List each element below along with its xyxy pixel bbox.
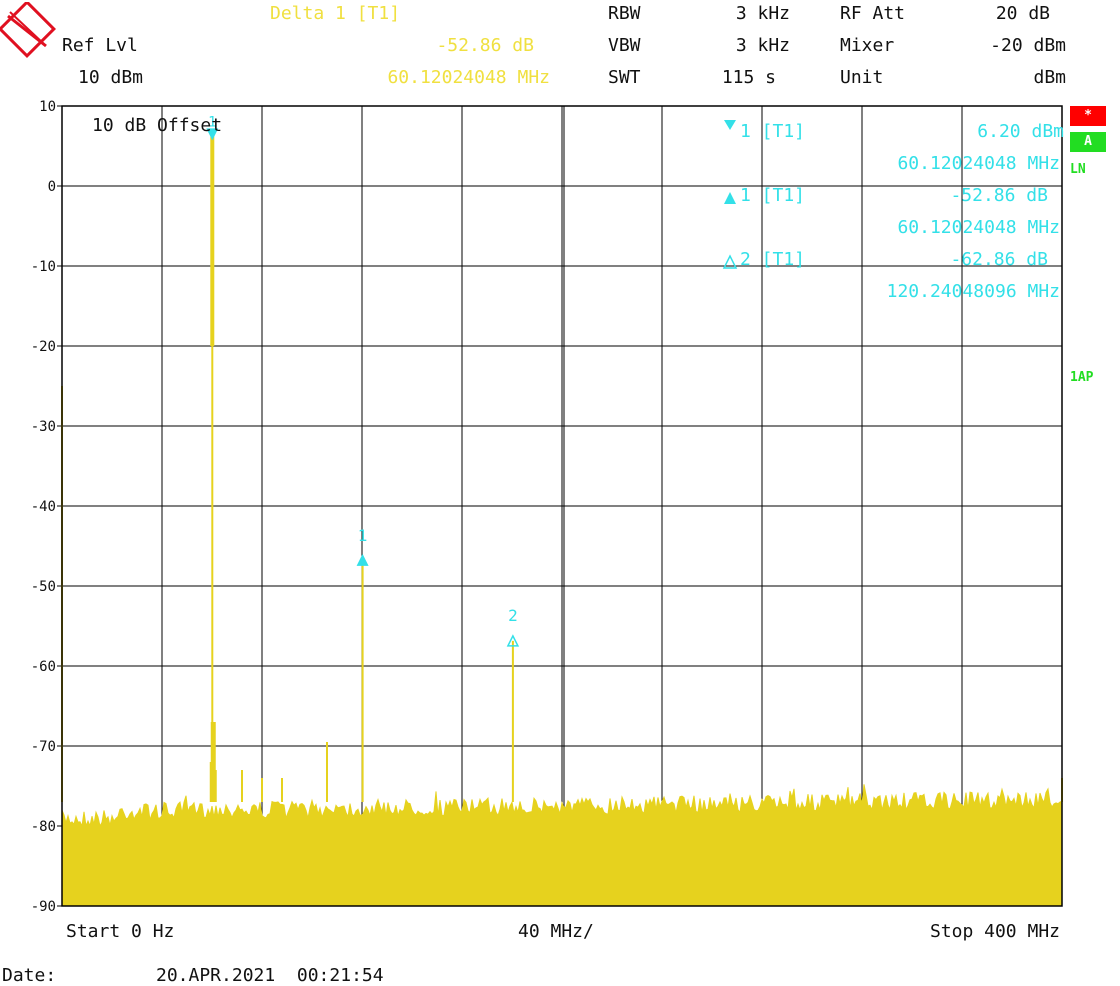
star-badge: * — [1070, 106, 1106, 126]
y-tick-label: -50 — [31, 579, 56, 595]
carrier-skirt — [210, 722, 216, 794]
date-value: 20.APR.2021 00:21:54 — [156, 965, 384, 986]
marker-table-row2-value: -52.86 dB — [950, 185, 1048, 206]
date-label: Date: — [2, 965, 57, 986]
ln-indicator: LN — [1070, 162, 1086, 177]
marker-table-row1-freq: 60.12024048 MHz — [897, 153, 1060, 174]
frequency-per-division: 40 MHz/ — [518, 921, 594, 942]
marker-filled-up-icon — [356, 553, 369, 566]
marker-filled-up-icon — [724, 192, 736, 204]
marker-id-label: 1 — [358, 526, 368, 545]
stop-frequency: Stop 400 MHz — [929, 921, 1060, 942]
y-axis-tick-labels: 10 0 -10 -20 -30 -40 -50 -60 -70 -80 -90 — [31, 99, 62, 915]
marker-table-row2-freq: 60.12024048 MHz — [897, 217, 1060, 238]
y-tick-label: -60 — [31, 659, 56, 675]
offset-annotation: 10 dB Offset — [92, 115, 223, 136]
ap-indicator: 1AP — [1070, 370, 1094, 385]
y-tick-label: -90 — [31, 899, 56, 915]
y-tick-label: -20 — [31, 339, 56, 355]
y-tick-label: -10 — [31, 259, 56, 275]
trace-a-badge: A — [1070, 132, 1106, 152]
marker-table-row3-freq: 120.24048096 MHz — [886, 281, 1060, 302]
marker-open-up-icon — [722, 254, 738, 269]
y-tick-label: -80 — [31, 819, 56, 835]
noise-floor-trace — [61, 784, 1063, 907]
start-frequency: Start 0 Hz — [66, 921, 175, 942]
y-tick-label: 0 — [48, 179, 56, 195]
marker-table-symbols — [722, 120, 738, 269]
y-tick-label: 10 — [39, 99, 56, 115]
marker-table-row2-label: 1 [T1] — [740, 185, 806, 206]
y-tick-label: -30 — [31, 419, 56, 435]
marker-table-row3-label: 2 [T1] — [740, 249, 806, 270]
y-tick-label: -70 — [31, 739, 56, 755]
y-tick-label: -40 — [31, 499, 56, 515]
marker-table-row1-value: 6.20 dBm — [977, 121, 1064, 142]
marker-id-label: 2 — [508, 606, 518, 625]
marker-filled-down-icon — [724, 120, 736, 130]
marker-table-row3-value: -62.86 dB — [950, 249, 1048, 270]
spectrum-plot: 100-10-20-30-40-50-60-70-80-90 112 — [31, 99, 1063, 915]
marker-table-row1-label: 1 [T1] — [740, 121, 806, 142]
